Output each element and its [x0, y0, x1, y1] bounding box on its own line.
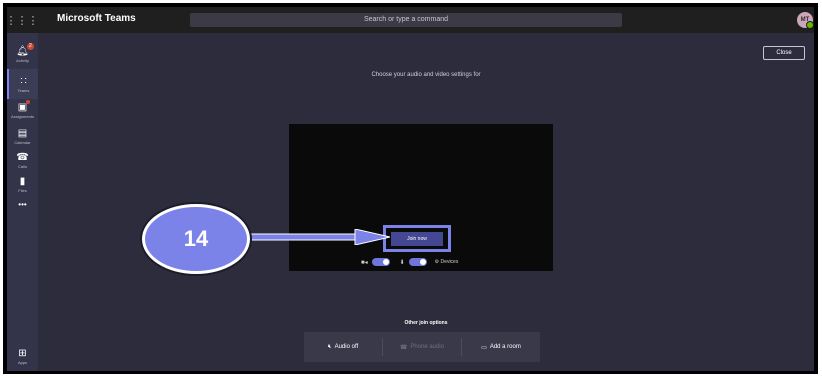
rail-item-label: Apps — [17, 359, 28, 365]
toggle-knob — [382, 259, 389, 265]
rail-item-activity[interactable]: 🔔︎ 2 Activity — [7, 39, 38, 69]
notification-badge: 2 — [26, 42, 34, 50]
option-label: Phone audio — [410, 344, 445, 350]
toggle-knob — [419, 259, 426, 265]
calendar-icon: ▤ — [17, 127, 28, 139]
devices-button[interactable]: ⚙︎ Devices — [435, 259, 459, 265]
other-join-options-title: Other join options — [404, 320, 448, 326]
microphone-icon: ⬇︎ — [399, 259, 405, 266]
title-bar: ⋮⋮⋮ Microsoft Teams Search or type a com… — [7, 7, 814, 33]
app-launcher-icon[interactable]: ⋮⋮⋮ — [7, 7, 39, 33]
rail-item-apps[interactable]: ⊞ Apps — [7, 341, 38, 371]
other-join-options: 🔇︎ Audio off ☎︎ Phone audio ▭ Add a room — [304, 332, 540, 362]
video-preview: Join now ■◂ ⬇︎ ⚙︎ Devices — [289, 124, 553, 271]
microphone-toggle[interactable] — [408, 258, 427, 266]
teams-window: ⋮⋮⋮ Microsoft Teams Search or type a com… — [7, 7, 814, 371]
join-button-highlight: Join now — [383, 225, 451, 252]
add-room-option[interactable]: ▭ Add a room — [462, 344, 540, 351]
more-icon: ••• — [18, 199, 27, 209]
phone-icon: ☎︎ — [399, 344, 408, 351]
prejoin-heading: Choose your audio and video settings for — [371, 72, 481, 78]
devices-label: Devices — [440, 259, 459, 265]
speaker-off-icon: 🔇︎ — [327, 343, 332, 350]
bell-icon: 🔔︎ 2 — [16, 42, 34, 57]
rail-item-label: Activity — [16, 57, 29, 63]
search-box[interactable]: Search or type a command — [190, 13, 622, 27]
option-label: Add a room — [489, 344, 521, 350]
more-apps-button[interactable]: ••• — [7, 189, 38, 219]
screenshot-frame: ⋮⋮⋮ Microsoft Teams Search or type a com… — [3, 3, 818, 374]
presence-available-icon — [806, 21, 814, 29]
unread-dot — [26, 99, 31, 104]
rail-item-label: Teams — [17, 87, 30, 93]
apps-icon: ⊞ — [18, 347, 27, 359]
backpack-icon: ▣ — [18, 99, 31, 113]
app-title: Microsoft Teams — [57, 13, 136, 24]
app-bar: 🔔︎ 2 Activity ∷ Teams ▣ Assignments ▤ Cal… — [7, 33, 38, 371]
rail-item-label: Calendar — [14, 139, 31, 145]
phone-audio-option[interactable]: ☎︎ Phone audio — [383, 344, 461, 351]
cast-icon: ▭ — [481, 344, 487, 351]
option-label: Audio off — [334, 344, 359, 350]
close-button[interactable]: Close — [763, 46, 805, 60]
camera-icon: ■◂ — [361, 259, 368, 266]
callout-arrow — [245, 229, 390, 245]
rail-item-label: Assignments — [11, 113, 34, 119]
step-number-callout: 14 — [142, 204, 250, 274]
gear-icon: ⚙︎ — [434, 259, 440, 265]
teams-icon: ∷ — [20, 75, 27, 87]
file-icon: ▮ — [19, 175, 26, 187]
avatar[interactable]: MT — [797, 12, 814, 29]
camera-toggle[interactable] — [371, 258, 390, 266]
audio-off-option[interactable]: 🔇︎ Audio off — [304, 344, 382, 351]
phone-icon: ☎︎ — [16, 151, 29, 163]
join-now-button[interactable]: Join now — [391, 232, 443, 246]
rail-item-label: Calls — [18, 163, 27, 169]
device-controls: ■◂ ⬇︎ ⚙︎ Devices — [361, 257, 458, 267]
